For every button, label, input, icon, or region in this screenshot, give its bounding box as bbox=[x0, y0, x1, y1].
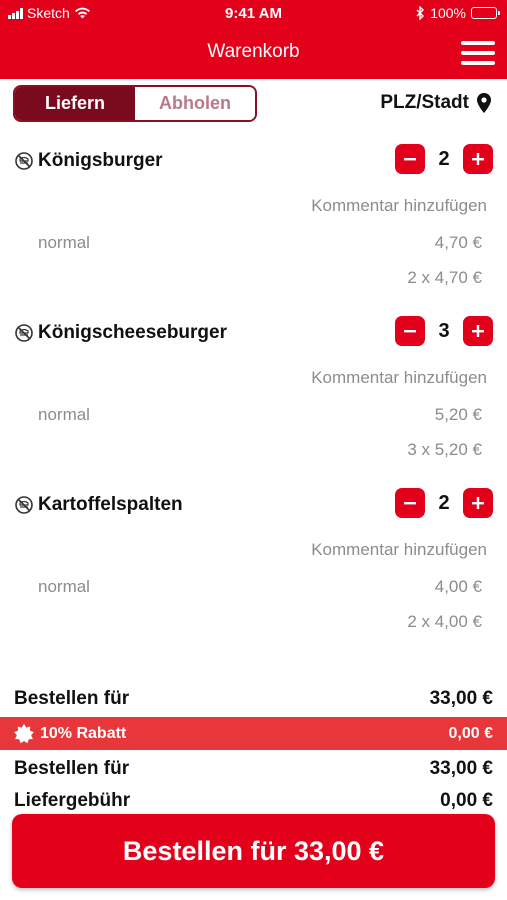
item-name: Königscheeseburger bbox=[38, 322, 227, 343]
page-title: Warenkorb bbox=[207, 41, 300, 62]
location-pin-icon bbox=[477, 93, 491, 113]
item-price-calculation: 2 x 4,00 € bbox=[407, 612, 482, 631]
increase-button[interactable] bbox=[463, 144, 493, 174]
increase-button[interactable] bbox=[463, 316, 493, 346]
no-allergen-icon bbox=[15, 152, 33, 170]
subtotal-value: 33,00 € bbox=[429, 688, 493, 709]
decrease-button[interactable] bbox=[395, 488, 425, 518]
increase-button[interactable] bbox=[463, 488, 493, 518]
discount-label: 10% Rabatt bbox=[40, 724, 127, 742]
delivery-fee-row: Liefergebühr 0,00 € bbox=[0, 786, 507, 816]
quantity-stepper: 2 bbox=[395, 144, 493, 174]
add-comment-link[interactable]: Kommentar hinzufügen bbox=[311, 540, 487, 560]
quantity-stepper: 2 bbox=[395, 488, 493, 518]
decrease-button[interactable] bbox=[395, 144, 425, 174]
item-unit-price: 4,00 € bbox=[434, 577, 482, 596]
location-label: PLZ/Stadt bbox=[380, 92, 469, 113]
no-allergen-icon bbox=[15, 324, 33, 342]
item-variant: normal bbox=[38, 577, 90, 596]
discount-badge-icon bbox=[14, 723, 34, 743]
subtotal-row: Bestellen für 33,00 € bbox=[0, 684, 507, 714]
quantity-value: 2 bbox=[438, 147, 450, 170]
subtotal-label: Bestellen für bbox=[14, 688, 130, 709]
item-variant: normal bbox=[38, 233, 90, 252]
quantity-value: 3 bbox=[438, 319, 450, 342]
item-unit-price: 5,20 € bbox=[434, 405, 482, 424]
total-row: Bestellen für 33,00 € bbox=[0, 754, 507, 784]
battery-icon bbox=[471, 7, 500, 19]
plus-icon bbox=[472, 497, 484, 509]
discount-value: 0,00 € bbox=[448, 724, 493, 742]
location-selector[interactable]: PLZ/Stadt bbox=[380, 92, 491, 114]
item-price-calculation: 3 x 5,20 € bbox=[407, 440, 482, 459]
total-label: Bestellen für bbox=[14, 758, 130, 779]
item-unit-price: 4,70 € bbox=[434, 233, 482, 252]
minus-icon bbox=[404, 502, 416, 505]
delivery-fee-label: Liefergebühr bbox=[14, 790, 131, 811]
status-right: 100% bbox=[416, 5, 500, 21]
nav-bar: Warenkorb bbox=[0, 27, 507, 79]
plus-icon bbox=[472, 325, 484, 337]
item-variant: normal bbox=[38, 405, 90, 424]
battery-percent: 100% bbox=[430, 5, 466, 21]
quantity-stepper: 3 bbox=[395, 316, 493, 346]
total-value: 33,00 € bbox=[429, 758, 493, 779]
tab-liefern[interactable]: Liefern bbox=[15, 87, 135, 120]
add-comment-link[interactable]: Kommentar hinzufügen bbox=[311, 196, 487, 216]
bluetooth-icon bbox=[416, 6, 425, 20]
order-button[interactable]: Bestellen für 33,00 € bbox=[12, 814, 495, 888]
cart-item: Kartoffelspalten 2 Kommentar hinzufügen … bbox=[0, 488, 507, 664]
cart-item: Königsburger 2 Kommentar hinzufügen norm… bbox=[0, 144, 507, 320]
quantity-value: 2 bbox=[438, 491, 450, 514]
delivery-mode-toggle: Liefern Abholen bbox=[13, 85, 257, 122]
item-name: Kartoffelspalten bbox=[38, 494, 183, 515]
status-bar: Sketch 9:41 AM 100% bbox=[0, 0, 507, 27]
no-allergen-icon bbox=[15, 496, 33, 514]
discount-row: 10% Rabatt 0,00 € bbox=[0, 717, 507, 750]
item-price-calculation: 2 x 4,70 € bbox=[407, 268, 482, 287]
tab-abholen[interactable]: Abholen bbox=[135, 87, 255, 120]
add-comment-link[interactable]: Kommentar hinzufügen bbox=[311, 368, 487, 388]
delivery-fee-value: 0,00 € bbox=[440, 790, 493, 811]
item-name: Königsburger bbox=[38, 150, 163, 171]
decrease-button[interactable] bbox=[395, 316, 425, 346]
plus-icon bbox=[472, 153, 484, 165]
hamburger-menu-icon[interactable] bbox=[461, 41, 495, 65]
cart-item: Königscheeseburger 3 Kommentar hinzufüge… bbox=[0, 316, 507, 492]
minus-icon bbox=[404, 330, 416, 333]
minus-icon bbox=[404, 158, 416, 161]
